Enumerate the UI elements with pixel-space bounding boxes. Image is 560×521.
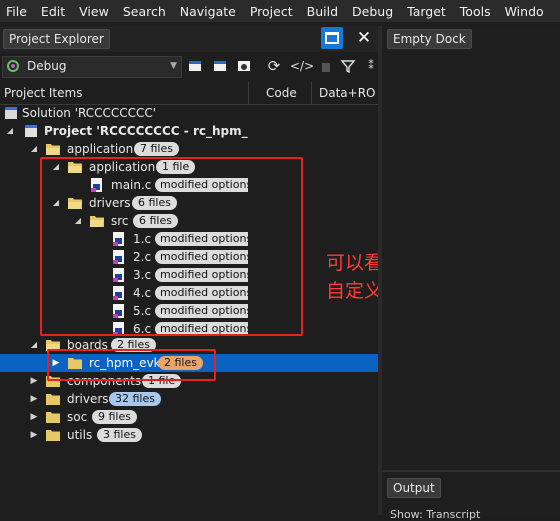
menu-debug[interactable]: Debug: [346, 4, 401, 19]
tree-row-utils[interactable]: ▶ utils 3 files: [0, 426, 248, 444]
tree-row-solution[interactable]: Solution 'RCCCCCCCC': [0, 104, 248, 122]
menu-search[interactable]: Search: [117, 4, 174, 19]
tab-project-explorer[interactable]: Project Explorer: [3, 29, 110, 49]
window-icon: [325, 32, 339, 44]
folder-label: drivers: [67, 392, 109, 406]
expanded-arrow-icon[interactable]: ◢: [29, 336, 39, 354]
expanded-arrow-icon[interactable]: ◢: [5, 122, 15, 140]
project-label: Project 'RCCCCCCCC - rc_hpm_evk': [44, 124, 248, 138]
menu-window[interactable]: Windo: [499, 4, 552, 19]
folder-icon: [46, 430, 60, 441]
menu-tools[interactable]: Tools: [454, 4, 499, 19]
settings-file-icon[interactable]: [236, 58, 252, 74]
explorer-toolbar: Debug ▼ ⟳ </> ⁑: [0, 53, 378, 81]
highlight-box-boards: [47, 349, 216, 381]
tab-empty-dock[interactable]: Empty Dock: [387, 29, 472, 49]
code-icon[interactable]: </>: [290, 58, 314, 74]
col-data-ro[interactable]: Data+RO: [319, 86, 376, 100]
menu-target[interactable]: Target: [401, 4, 454, 19]
tree-row-project[interactable]: ◢ Project 'RCCCCCCCC - rc_hpm_evk': [0, 122, 248, 140]
filter-icon[interactable]: [340, 58, 356, 74]
more-icon[interactable]: ⁑: [366, 58, 376, 74]
file-count-badge: 7 files: [134, 142, 179, 156]
expanded-arrow-icon[interactable]: ◢: [29, 140, 39, 158]
dock-toggle-button[interactable]: [321, 27, 343, 49]
folder-open-icon: [46, 144, 60, 155]
config-select[interactable]: Debug ▼: [2, 56, 182, 78]
chevron-down-icon: ▼: [170, 61, 177, 71]
folder-label: utils: [67, 428, 93, 442]
file-count-badge: 9 files: [92, 410, 137, 424]
solution-label: Solution 'RCCCCCCCC': [22, 106, 157, 120]
col-project-items[interactable]: Project Items: [4, 86, 82, 100]
column-divider[interactable]: [248, 82, 249, 104]
menu-navigate[interactable]: Navigate: [174, 4, 244, 19]
folder-label: soc: [67, 410, 88, 424]
tree-row-drivers[interactable]: ▶ drivers 32 files: [0, 390, 248, 408]
close-icon[interactable]: ✕: [355, 28, 373, 48]
col-code[interactable]: Code: [266, 86, 297, 100]
collapsed-arrow-icon[interactable]: ▶: [29, 372, 39, 390]
dock-separator[interactable]: [382, 470, 560, 472]
collapsed-arrow-icon[interactable]: ▶: [29, 426, 39, 444]
file-count-badge: 3 files: [97, 428, 142, 442]
build-icon[interactable]: [318, 58, 334, 74]
folder-label: application: [67, 142, 134, 156]
tab-output[interactable]: Output: [387, 478, 441, 498]
right-dock-panel: Empty Dock Output Show: Transcript: [382, 26, 560, 521]
solution-icon: [5, 107, 17, 119]
collapsed-arrow-icon[interactable]: ▶: [29, 408, 39, 426]
column-divider[interactable]: [311, 82, 312, 104]
project-explorer-tabbar: Project Explorer ✕: [0, 26, 378, 52]
menu-build[interactable]: Build: [301, 4, 346, 19]
highlight-box-application: [40, 157, 303, 336]
tree-row-application[interactable]: ◢ application 7 files: [0, 140, 248, 158]
menu-file[interactable]: File: [0, 4, 35, 19]
refresh-icon[interactable]: ⟳: [266, 58, 282, 74]
folder-icon: [46, 394, 60, 405]
collapsed-arrow-icon[interactable]: ▶: [29, 390, 39, 408]
config-value: Debug: [27, 59, 67, 73]
open-file-icon[interactable]: [212, 58, 228, 74]
menu-view[interactable]: View: [73, 4, 117, 19]
folder-icon: [46, 412, 60, 423]
new-file-icon[interactable]: [187, 58, 203, 74]
tree-row-soc[interactable]: ▶ soc 9 files: [0, 408, 248, 426]
project-icon: [25, 125, 37, 137]
menu-edit[interactable]: Edit: [35, 4, 73, 19]
menu-project[interactable]: Project: [244, 4, 301, 19]
menu-bar: File Edit View Search Navigate Project B…: [0, 0, 560, 22]
gear-config-icon: [7, 60, 19, 72]
column-header: Project Items Code Data+RO: [0, 82, 378, 105]
file-count-badge: 32 files: [109, 392, 161, 406]
